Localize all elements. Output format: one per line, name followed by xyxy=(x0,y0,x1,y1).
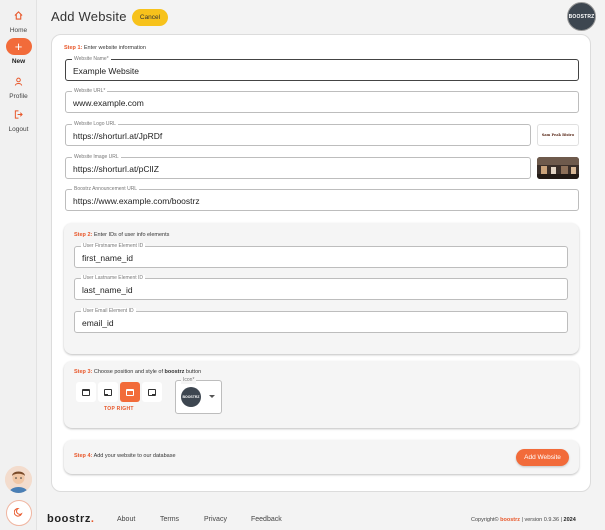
lastname-id-field[interactable]: User Lastname Element ID last_name_id xyxy=(74,275,568,300)
website-name-field[interactable]: Website Name* Example Website xyxy=(65,56,579,81)
firstname-id-field[interactable]: User Firstname Element ID first_name_id xyxy=(74,243,568,268)
position-bottom-right-button[interactable] xyxy=(142,382,162,402)
theme-toggle-button[interactable] xyxy=(6,500,32,526)
position-bottom-left-button[interactable] xyxy=(98,382,118,402)
field-value: email_id xyxy=(82,318,114,328)
avatar[interactable] xyxy=(5,466,32,493)
home-icon xyxy=(6,7,32,24)
step2-section: Step 2: Enter IDs of user info elements … xyxy=(64,223,579,354)
boostrz-icon: BOOSTRZ xyxy=(181,387,201,407)
add-website-button[interactable]: Add Website xyxy=(516,449,569,466)
field-label: Website Name* xyxy=(72,56,111,63)
footer-logo: boostrz. xyxy=(47,513,95,525)
field-label: Website Image URL xyxy=(72,154,121,161)
sidebar-item-new[interactable]: + New xyxy=(0,38,37,65)
top-right-icon xyxy=(126,388,134,396)
copyright-text: Copyright© boostrz | version 0.9.36 | 20… xyxy=(471,517,576,523)
field-label: User Email Element ID xyxy=(81,308,136,315)
website-url-field[interactable]: Website URL* www.example.com xyxy=(65,88,579,113)
step3-section: Step 3: Choose position and style of boo… xyxy=(64,361,579,428)
step2-heading: Step 2: Enter IDs of user info elements xyxy=(74,232,170,238)
field-value: https://shorturl.at/JpRDf xyxy=(73,131,163,141)
announcement-url-field[interactable]: Boostrz Announcement URL https://www.exa… xyxy=(65,186,579,211)
logout-icon xyxy=(6,106,32,123)
email-id-field[interactable]: User Email Element ID email_id xyxy=(74,308,568,333)
cancel-button[interactable]: Cancel xyxy=(132,9,168,26)
boostrz-logo: BOOSTRZ xyxy=(567,2,596,31)
field-value: first_name_id xyxy=(82,253,134,263)
field-label: User Lastname Element ID xyxy=(81,275,146,282)
sidebar-item-logout[interactable]: Logout xyxy=(0,106,37,133)
step1-heading: Step 1: Enter website information xyxy=(64,45,146,51)
footer-link-about[interactable]: About xyxy=(117,516,135,523)
field-label: Boostrz Announcement URL xyxy=(72,186,140,193)
sidebar-item-profile[interactable]: Profile xyxy=(0,73,37,100)
add-website-form: Step 1: Enter website information Websit… xyxy=(51,34,591,492)
footer-link-feedback[interactable]: Feedback xyxy=(251,516,282,523)
bottom-left-icon xyxy=(104,388,112,396)
icon-select[interactable]: Icon* BOOSTRZ xyxy=(175,377,222,414)
website-image-url-field[interactable]: Website Image URL https://shorturl.at/pC… xyxy=(65,154,531,179)
sidebar-item-label: Profile xyxy=(9,93,28,100)
footer-link-terms[interactable]: Terms xyxy=(160,516,179,523)
footer-link-privacy[interactable]: Privacy xyxy=(204,516,227,523)
field-label: Website Logo URL xyxy=(72,121,118,128)
logo-preview-image: Sam Peak Bistro xyxy=(537,124,579,146)
sidebar-item-label: Logout xyxy=(8,126,29,133)
page-title: Add Website xyxy=(51,9,127,24)
step4-heading: Step 4: Add your website to our database xyxy=(74,453,176,459)
top-left-icon xyxy=(82,388,90,396)
field-value: Example Website xyxy=(73,66,139,76)
plus-icon: + xyxy=(5,38,32,55)
selected-position-label: TOP RIGHT xyxy=(104,406,134,412)
bottom-right-icon xyxy=(148,388,156,396)
sidebar-item-home[interactable]: Home xyxy=(0,7,37,34)
sidebar-item-label: New xyxy=(11,58,26,65)
field-value: last_name_id xyxy=(82,285,133,295)
position-top-right-button[interactable] xyxy=(120,382,140,402)
sidebar-item-label: Home xyxy=(9,27,28,34)
website-logo-url-field[interactable]: Website Logo URL https://shorturl.at/JpR… xyxy=(65,121,531,146)
step4-section: Step 4: Add your website to our database… xyxy=(64,440,579,474)
chevron-down-icon xyxy=(209,395,215,398)
field-label: User Firstname Element ID xyxy=(81,243,146,250)
user-icon xyxy=(6,73,32,90)
moon-icon xyxy=(13,506,24,520)
field-label: Website URL* xyxy=(72,88,108,95)
step3-heading: Step 3: Choose position and style of boo… xyxy=(74,369,202,375)
sidebar: Home + New Profile Logout xyxy=(0,0,37,530)
field-value: https://www.example.com/boostrz xyxy=(73,196,200,206)
field-value: https://shorturl.at/pClIZ xyxy=(73,164,159,174)
field-label: Icon* xyxy=(181,377,197,384)
position-top-left-button[interactable] xyxy=(76,382,96,402)
website-preview-image xyxy=(537,157,579,179)
field-value: www.example.com xyxy=(73,98,144,108)
